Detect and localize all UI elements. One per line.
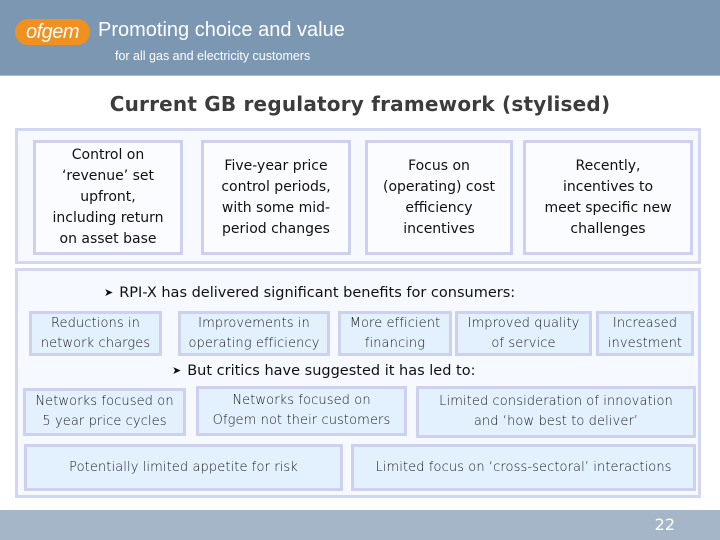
framework-box-cost-efficiency: Focus on (operating) cost efficiency inc… — [365, 140, 513, 255]
ofgem-logo: ofgem — [15, 19, 90, 45]
framework-box-label: Five-year price control periods, with so… — [221, 157, 331, 237]
footer-bar: 22 — [0, 510, 720, 540]
criticism-box: Potentially limited appetite for risk — [24, 444, 343, 491]
benefit-label: Improved quality of service — [467, 315, 580, 351]
criticism-label: Networks focused on Ofgem not their cust… — [212, 393, 391, 428]
arrow-bullet-icon: ➤ — [104, 286, 114, 299]
criticism-box: Limited focus on ‘cross-sectoral’ intera… — [351, 444, 696, 491]
benefit-box: Reductions in network charges — [29, 311, 162, 356]
benefits-heading: ➤ RPI-X has delivered significant benefit… — [104, 285, 515, 301]
tagline: Promoting choice and value — [98, 19, 345, 41]
subtagline: for all gas and electricity customers — [115, 49, 311, 63]
framework-box-new-challenges: Recently, incentives to meet specific ne… — [523, 140, 693, 255]
criticisms-heading: ➤ But critics have suggested it has led t… — [172, 363, 475, 379]
benefit-label: More efficient financing — [349, 315, 441, 351]
benefit-box: More efficient financing — [338, 311, 452, 356]
framework-box-label: Control on ‘revenue’ set upfront, includ… — [52, 147, 164, 247]
framework-box-label: Recently, incentives to meet specific ne… — [544, 157, 672, 237]
benefit-box: Improvements in operating efficiency — [178, 311, 330, 356]
criticism-label: Limited consideration of innovation and … — [439, 394, 673, 429]
arrow-bullet-icon: ➤ — [172, 364, 182, 377]
criticism-label: Networks focused on 5 year price cycles — [35, 394, 174, 429]
criticism-label: Limited focus on ‘cross-sectoral’ intera… — [375, 459, 672, 475]
benefit-label: Increased investment — [607, 315, 683, 351]
framework-box-label: Focus on (operating) cost efficiency inc… — [383, 157, 495, 237]
criticism-label: Potentially limited appetite for risk — [69, 459, 298, 475]
criticism-box: Networks focused on Ofgem not their cust… — [196, 386, 407, 436]
page-number: 22 — [654, 515, 675, 534]
benefit-box: Improved quality of service — [455, 311, 592, 356]
slide-title: Current GB regulatory framework (stylise… — [109, 92, 611, 116]
benefit-box: Increased investment — [596, 311, 694, 356]
framework-box-revenue-control: Control on ‘revenue’ set upfront, includ… — [33, 140, 183, 255]
criticism-box: Limited consideration of innovation and … — [416, 386, 696, 438]
benefit-label: Improvements in operating efficiency — [188, 315, 320, 351]
header-banner: ofgem Promoting choice and value for all… — [0, 0, 720, 76]
benefit-label: Reductions in network charges — [40, 315, 151, 351]
benefits-heading-text: RPI-X has delivered significant benefits… — [119, 285, 516, 301]
criticism-box: Networks focused on 5 year price cycles — [23, 388, 186, 436]
criticisms-heading-text: But critics have suggested it has led to… — [187, 363, 476, 379]
framework-box-price-control-periods: Five-year price control periods, with so… — [201, 140, 351, 255]
